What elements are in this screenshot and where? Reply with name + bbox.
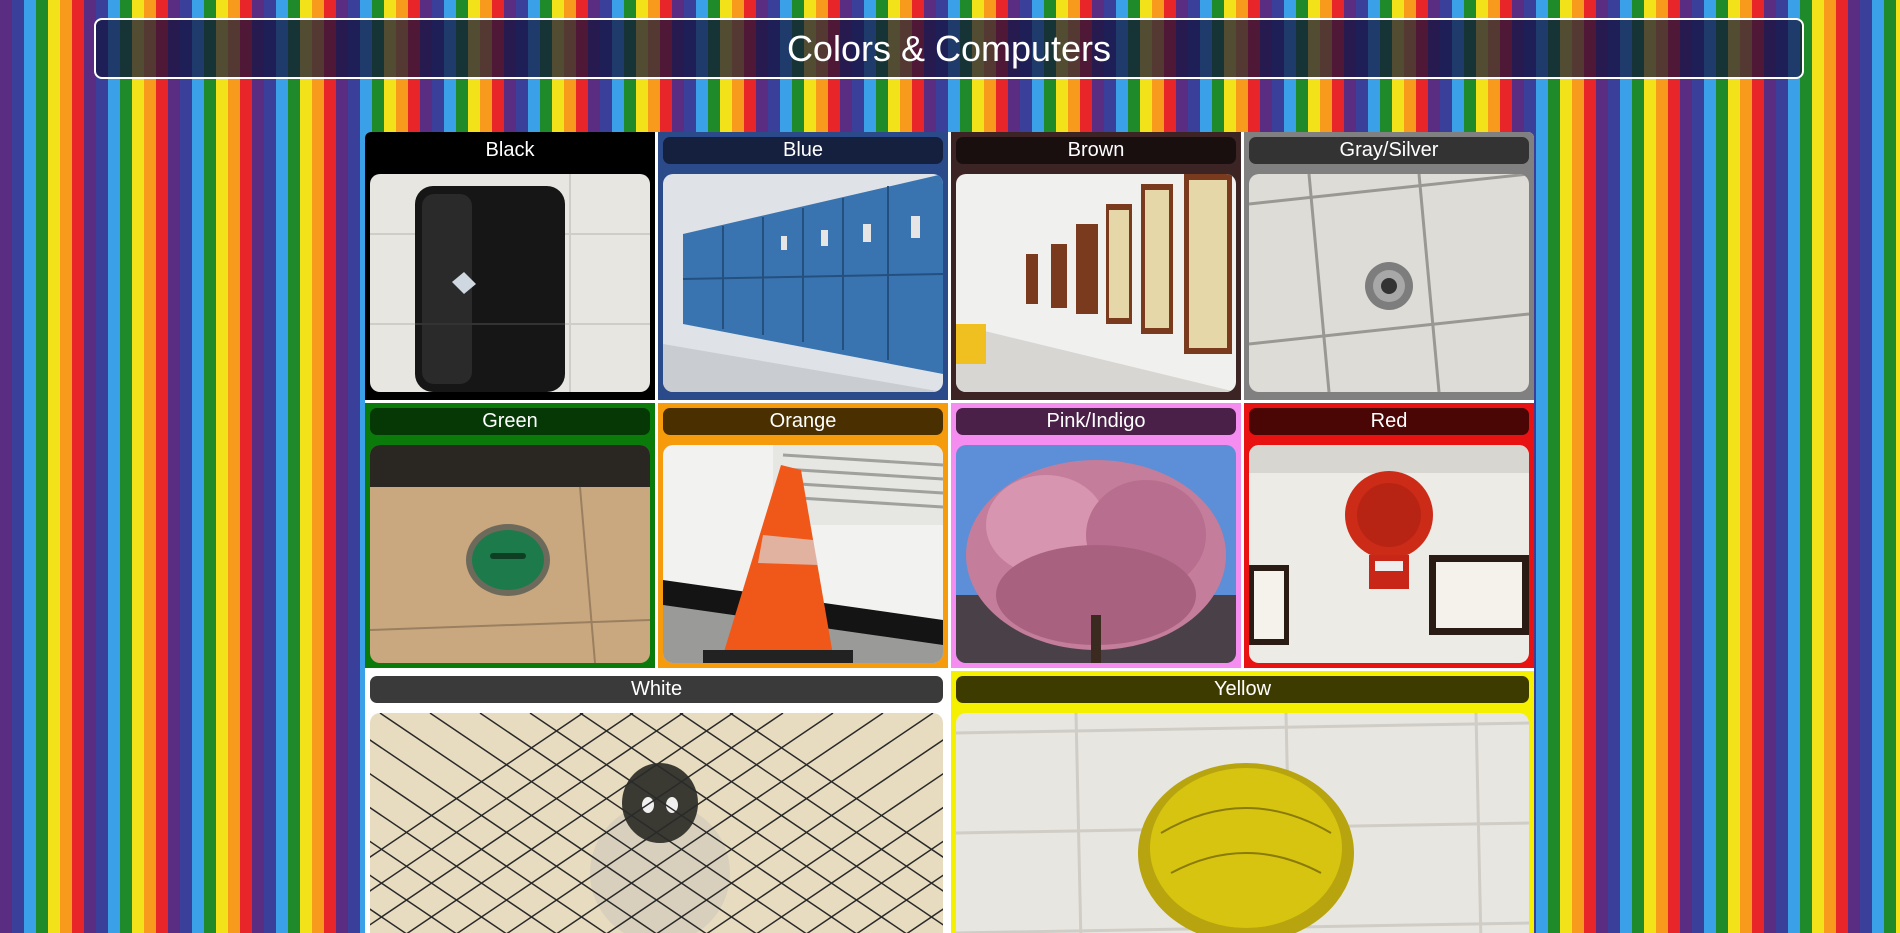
- tile-gray-silver[interactable]: Gray/Silver: [1244, 132, 1534, 400]
- photo-black-soap-dispenser[interactable]: [370, 174, 650, 392]
- tile-red[interactable]: Red: [1244, 403, 1534, 668]
- tile-label: Black: [370, 137, 650, 164]
- tile-blue[interactable]: Blue: [658, 132, 948, 400]
- tile-white[interactable]: White: [365, 671, 948, 933]
- photo-gray-wall-fixture[interactable]: [1249, 174, 1529, 392]
- tile-label: Brown: [956, 137, 1236, 164]
- tile-label: Orange: [663, 408, 943, 435]
- photo-blue-lockers[interactable]: [663, 174, 943, 392]
- photo-white-ornament[interactable]: [370, 713, 943, 933]
- tile-label: Blue: [663, 137, 943, 164]
- tile-label: Yellow: [956, 676, 1529, 703]
- tile-pink-indigo[interactable]: Pink/Indigo: [951, 403, 1241, 668]
- photo-yellow-painted-circle[interactable]: [956, 713, 1529, 933]
- tile-yellow[interactable]: Yellow: [951, 671, 1534, 933]
- tile-orange[interactable]: Orange: [658, 403, 948, 668]
- tile-label: Green: [370, 408, 650, 435]
- photo-red-fire-bell[interactable]: [1249, 445, 1529, 663]
- page-header: Colors & Computers: [94, 18, 1804, 79]
- photo-green-floor-plate[interactable]: [370, 445, 650, 663]
- tile-label: Gray/Silver: [1249, 137, 1529, 164]
- tile-label: Red: [1249, 408, 1529, 435]
- tile-black[interactable]: Black: [365, 132, 655, 400]
- tile-label: Pink/Indigo: [956, 408, 1236, 435]
- tile-label: White: [370, 676, 943, 703]
- tile-brown[interactable]: Brown: [951, 132, 1241, 400]
- photo-pink-blossom-tree[interactable]: [956, 445, 1236, 663]
- color-gallery: Black Blue Brown Gray/Silver Green Orang…: [365, 132, 1534, 933]
- photo-brown-plaques[interactable]: [956, 174, 1236, 392]
- photo-orange-traffic-cone[interactable]: [663, 445, 943, 663]
- tile-green[interactable]: Green: [365, 403, 655, 668]
- page-title: Colors & Computers: [786, 27, 1112, 69]
